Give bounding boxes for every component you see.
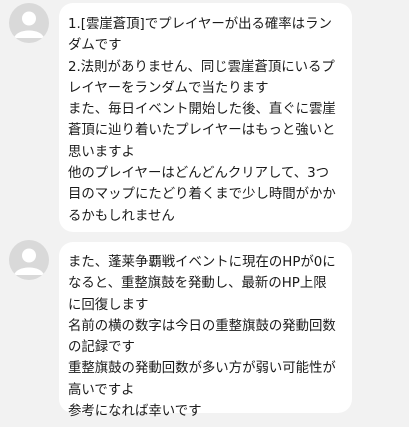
message-line: なると、重整旗鼓を発動し、最新のHP上限: [68, 276, 327, 292]
message-line: ダムです: [68, 38, 122, 54]
message-line: 参考になれば幸いです: [68, 404, 202, 420]
message-line: 思いますよ: [68, 144, 135, 160]
message-line: の記録です: [68, 340, 135, 356]
message-line: 高いですよ: [68, 382, 135, 398]
message-line: また、毎日イベント開始した後、直ぐに雲崖: [68, 102, 336, 118]
message-bubble: 1.[雲崖蒼頂]でプレイヤーが出る確率はラン ダムです 2.法則がありません、同…: [59, 3, 352, 232]
message-line: また、蓬莱争覇戦イベントに現在のHPが0に: [68, 255, 336, 270]
message-bubble: また、蓬莱争覇戦イベントに現在のHPが0に なると、重整旗鼓を発動し、最新のHP…: [59, 242, 352, 419]
message-line: 目のマップにたどり着くまで少し時間がかか: [68, 187, 336, 203]
message-line: 重整旗鼓の発動回数が多い方が弱い可能性が: [68, 361, 336, 377]
message-line: 他のプレイヤーはどんどんクリアして、3つ: [68, 166, 330, 182]
message-line: 2.法則がありません、同じ雲崖蒼頂にいるプ: [68, 59, 335, 75]
message-line: レイヤーをランダムで当たります: [68, 80, 269, 96]
message-line: 名前の横の数字は今日の重整旗鼓の発動回数: [68, 318, 336, 334]
message-line: るかもしれません: [68, 208, 175, 224]
sender-avatar-icon[interactable]: [9, 240, 49, 280]
sender-avatar-icon[interactable]: [9, 3, 49, 43]
message-line: に回復します: [68, 297, 149, 313]
message-line: 1.[雲崖蒼頂]でプレイヤーが出る確率はラン: [68, 17, 332, 32]
message-line: 蒼頂に辿り着いたプレイヤーはもっと強いと: [68, 123, 336, 139]
